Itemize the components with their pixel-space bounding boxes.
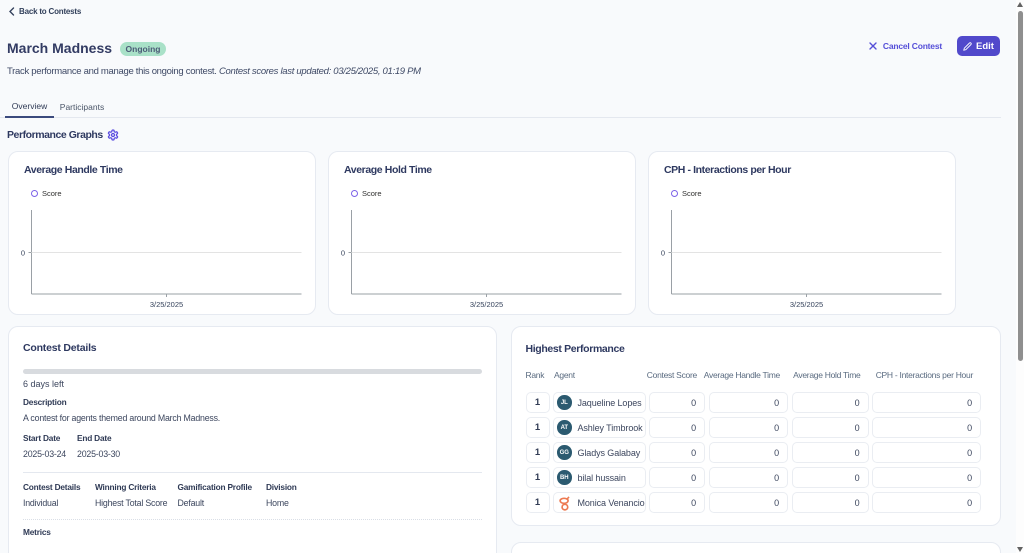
svg-text:3/25/2025: 3/25/2025: [150, 300, 183, 309]
svg-text:0: 0: [21, 249, 25, 258]
svg-text:3/25/2025: 3/25/2025: [790, 300, 823, 309]
svg-text:0: 0: [661, 249, 665, 258]
svg-text:0: 0: [341, 249, 345, 258]
svg-text:3/25/2025: 3/25/2025: [470, 300, 503, 309]
